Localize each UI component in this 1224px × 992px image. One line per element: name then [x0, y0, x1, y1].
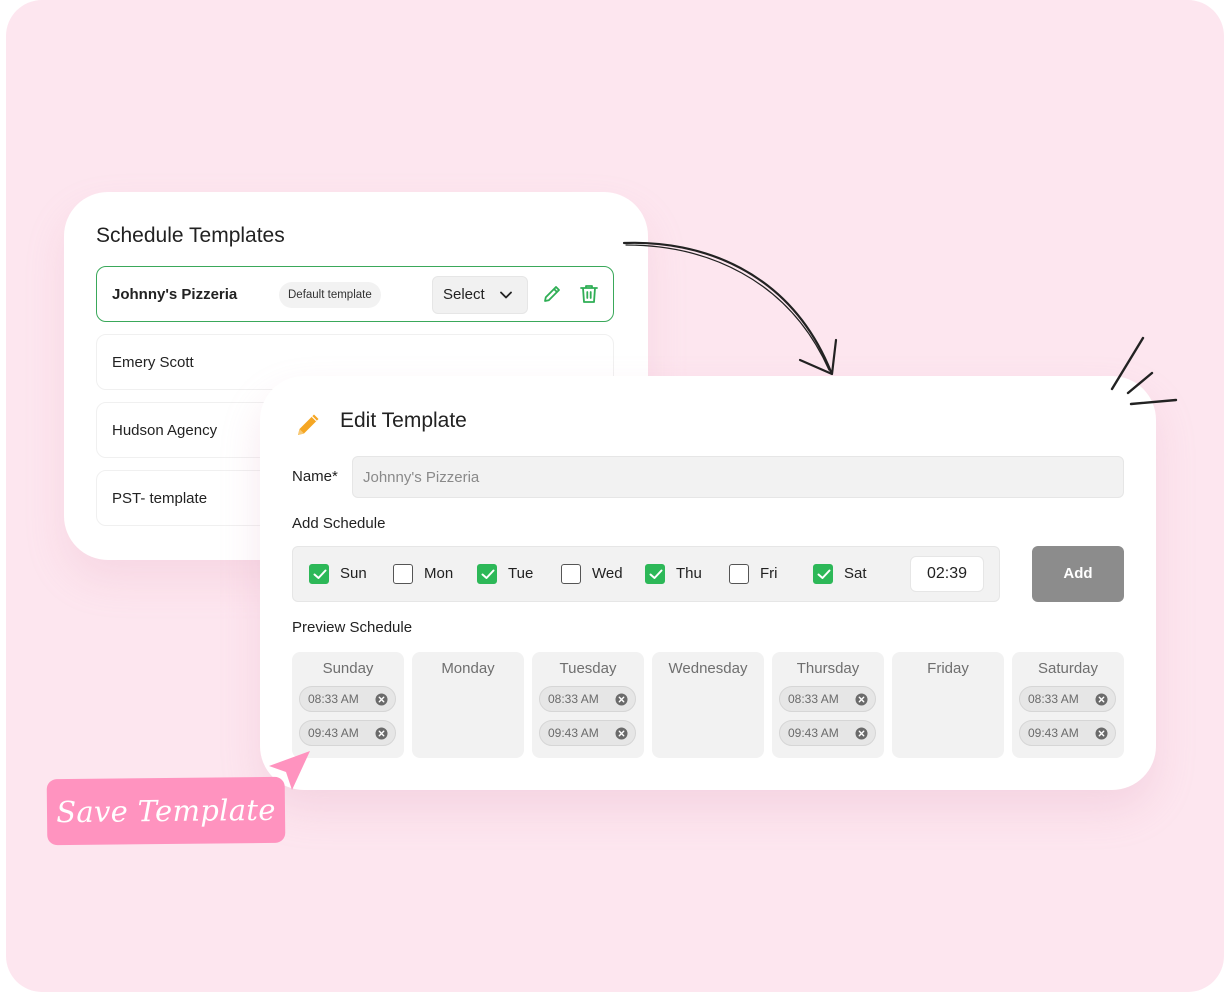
- day-selector-bar: Sun Mon Tue Wed Thu Fri Sat 02:39: [292, 546, 1000, 602]
- add-schedule-label: Add Schedule: [292, 515, 386, 532]
- day-name: Tuesday: [559, 660, 617, 677]
- time-chip-label: 08:33 AM: [548, 692, 599, 706]
- trash-icon[interactable]: [578, 283, 600, 305]
- template-name: Johnny's Pizzeria: [112, 286, 238, 303]
- day-label: Thu: [676, 565, 702, 582]
- add-button[interactable]: Add: [1032, 546, 1124, 602]
- preview-day-thursday: Thursday 08:33 AM 09:43 AM: [772, 652, 884, 758]
- time-chip: 09:43 AM: [779, 720, 876, 746]
- time-chip-label: 09:43 AM: [548, 726, 599, 740]
- select-dropdown[interactable]: Select: [432, 276, 528, 314]
- checkbox-box[interactable]: [561, 564, 581, 584]
- check-icon: [817, 569, 831, 579]
- close-circle-icon[interactable]: [1095, 693, 1108, 706]
- name-input[interactable]: [352, 456, 1124, 498]
- checkbox-box[interactable]: [729, 564, 749, 584]
- chevron-down-icon: [500, 291, 512, 299]
- day-name: Monday: [441, 660, 495, 677]
- day-name: Sunday: [322, 660, 374, 677]
- close-circle-icon[interactable]: [855, 727, 868, 740]
- preview-day-saturday: Saturday 08:33 AM 09:43 AM: [1012, 652, 1124, 758]
- preview-day-wednesday: Wednesday: [652, 652, 764, 758]
- check-icon: [481, 569, 495, 579]
- day-label: Wed: [592, 565, 623, 582]
- time-input[interactable]: 02:39: [910, 556, 984, 592]
- select-label: Select: [443, 286, 485, 303]
- template-name: Hudson Agency: [112, 422, 218, 439]
- time-chip: 09:43 AM: [539, 720, 636, 746]
- template-name: PST- template: [112, 490, 208, 507]
- edit-template-title: Edit Template: [340, 409, 467, 432]
- time-chip: 08:33 AM: [1019, 686, 1116, 712]
- day-name: Friday: [927, 660, 969, 677]
- pencil-icon[interactable]: [541, 283, 563, 305]
- preview-day-tuesday: Tuesday 08:33 AM 09:43 AM: [532, 652, 644, 758]
- close-circle-icon[interactable]: [855, 693, 868, 706]
- time-chip: 08:33 AM: [539, 686, 636, 712]
- time-chip: 08:33 AM: [299, 686, 396, 712]
- time-chip: 08:33 AM: [779, 686, 876, 712]
- time-chip-label: 08:33 AM: [308, 692, 359, 706]
- checkbox-box[interactable]: [309, 564, 329, 584]
- close-circle-icon[interactable]: [615, 693, 628, 706]
- close-circle-icon[interactable]: [375, 727, 388, 740]
- day-label: Sat: [844, 565, 867, 582]
- day-name: Thursday: [796, 660, 860, 677]
- time-chip-label: 09:43 AM: [1028, 726, 1079, 740]
- time-chip-label: 08:33 AM: [1028, 692, 1079, 706]
- checkbox-box[interactable]: [813, 564, 833, 584]
- check-icon: [649, 569, 663, 579]
- close-circle-icon[interactable]: [1095, 727, 1108, 740]
- day-label: Tue: [508, 565, 534, 582]
- time-chip: 09:43 AM: [1019, 720, 1116, 746]
- pencil-icon: [298, 414, 319, 435]
- template-name: Emery Scott: [112, 354, 194, 371]
- day-label: Sun: [340, 565, 367, 582]
- edit-template-panel: Edit Template Name* Add Schedule Sun Mon…: [260, 376, 1156, 790]
- checkbox-box[interactable]: [645, 564, 665, 584]
- close-circle-icon[interactable]: [615, 727, 628, 740]
- day-name: Wednesday: [668, 660, 748, 677]
- preview-day-monday: Monday: [412, 652, 524, 758]
- check-icon: [313, 569, 327, 579]
- day-label: Mon: [424, 565, 454, 582]
- template-row-johnnys-pizzeria[interactable]: Johnny's Pizzeria Default template Selec…: [96, 266, 614, 322]
- name-label: Name*: [292, 468, 338, 485]
- preview-schedule-label: Preview Schedule: [292, 619, 413, 636]
- time-chip-label: 09:43 AM: [308, 726, 359, 740]
- close-circle-icon[interactable]: [375, 693, 388, 706]
- day-label: Fri: [760, 565, 778, 582]
- default-template-badge: Default template: [279, 282, 381, 308]
- time-chip: 09:43 AM: [299, 720, 396, 746]
- panel-title: Schedule Templates: [96, 224, 285, 247]
- time-chip-label: 09:43 AM: [788, 726, 839, 740]
- preview-day-sunday: Sunday 08:33 AM 09:43 AM: [292, 652, 404, 758]
- time-chip-label: 08:33 AM: [788, 692, 839, 706]
- save-template-button[interactable]: Save Template: [46, 776, 286, 846]
- checkbox-box[interactable]: [477, 564, 497, 584]
- preview-day-friday: Friday: [892, 652, 1004, 758]
- checkbox-box[interactable]: [393, 564, 413, 584]
- day-name: Saturday: [1037, 660, 1099, 677]
- cursor-icon: [269, 751, 310, 790]
